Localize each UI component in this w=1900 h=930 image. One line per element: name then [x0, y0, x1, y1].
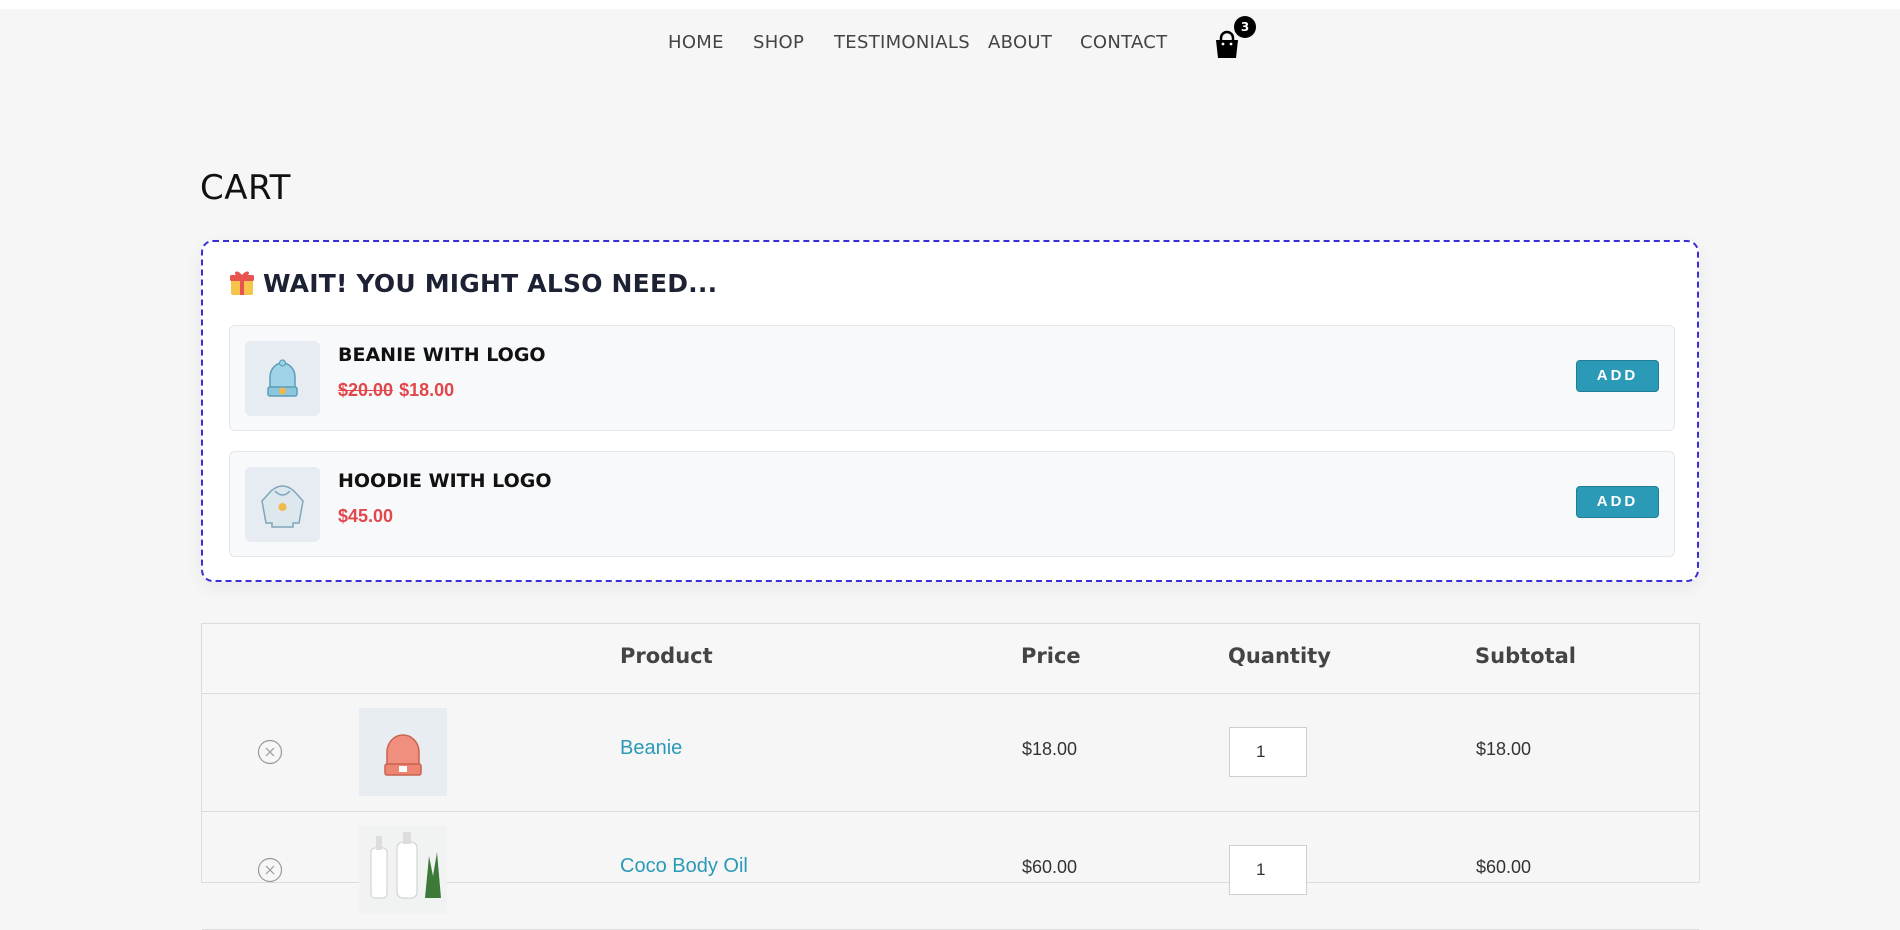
add-hoodie-button[interactable]: ADD: [1576, 486, 1659, 518]
add-beanie-button[interactable]: ADD: [1576, 360, 1659, 392]
upsell-box: WAIT! YOU MIGHT ALSO NEED... BEANIE WITH…: [201, 240, 1699, 582]
remove-item-icon[interactable]: [257, 739, 283, 765]
beanie-thumbnail: [359, 708, 447, 796]
beanie-thumbnail: [245, 341, 320, 416]
header-product: Product: [620, 644, 713, 668]
table-row: Coco Body Oil $60.00 $60.00: [202, 811, 1699, 930]
cart-count-badge: 3: [1234, 16, 1256, 38]
cart-item-name[interactable]: Beanie: [620, 737, 682, 760]
upsell-old-price: $20.00: [338, 380, 394, 400]
gift-icon: [230, 271, 254, 295]
upsell-item: BEANIE WITH LOGO $20.00 $18.00 ADD: [229, 325, 1675, 431]
upsell-heading-text: WAIT! YOU MIGHT ALSO NEED...: [263, 269, 718, 298]
nav-shop[interactable]: SHOP: [753, 32, 804, 53]
upsell-item: HOODIE WITH LOGO $45.00 ADD: [229, 451, 1675, 557]
body-oil-thumbnail: [359, 826, 447, 914]
nav-about[interactable]: ABOUT: [988, 32, 1052, 53]
remove-item-icon[interactable]: [257, 857, 283, 883]
upsell-item-name[interactable]: BEANIE WITH LOGO: [338, 344, 546, 366]
table-header-row: Product Price Quantity Subtotal: [202, 624, 1699, 694]
beanie-image: [267, 359, 298, 397]
upsell-sale-price: $45.00: [338, 506, 394, 526]
top-strip: [0, 0, 1900, 9]
cart-item-subtotal: $18.00: [1476, 739, 1532, 759]
upsell-sale-price: $18.00: [399, 380, 455, 400]
table-row: Beanie $18.00 $18.00: [202, 693, 1699, 812]
quantity-input[interactable]: [1229, 727, 1307, 777]
cart-item-name[interactable]: Coco Body Oil: [620, 855, 748, 878]
page-title: CART: [200, 168, 291, 208]
cart-table: Product Price Quantity Subtotal Beanie $…: [201, 623, 1700, 930]
header-quantity: Quantity: [1228, 644, 1331, 668]
beanie-image: [384, 734, 422, 776]
nav-home[interactable]: HOME: [668, 32, 724, 53]
header-price: Price: [1021, 644, 1081, 668]
cart-item-price: $60.00: [1022, 857, 1078, 877]
nav-contact[interactable]: CONTACT: [1080, 32, 1167, 53]
main-nav: HOME SHOP TESTIMONIALS ABOUT CONTACT 3: [0, 16, 1900, 62]
quantity-input[interactable]: [1229, 845, 1307, 895]
header-subtotal: Subtotal: [1475, 644, 1576, 668]
hoodie-image: [261, 485, 304, 528]
nav-testimonials[interactable]: TESTIMONIALS: [834, 32, 970, 53]
upsell-item-price: $45.00: [338, 506, 393, 527]
cart-item-subtotal: $60.00: [1476, 857, 1532, 877]
upsell-item-name[interactable]: HOODIE WITH LOGO: [338, 470, 551, 492]
hoodie-thumbnail: [245, 467, 320, 542]
upsell-heading: WAIT! YOU MIGHT ALSO NEED...: [229, 268, 717, 298]
upsell-item-price: $20.00 $18.00: [338, 380, 454, 401]
body-oil-image: [370, 832, 441, 899]
cart-item-price: $18.00: [1022, 739, 1078, 759]
